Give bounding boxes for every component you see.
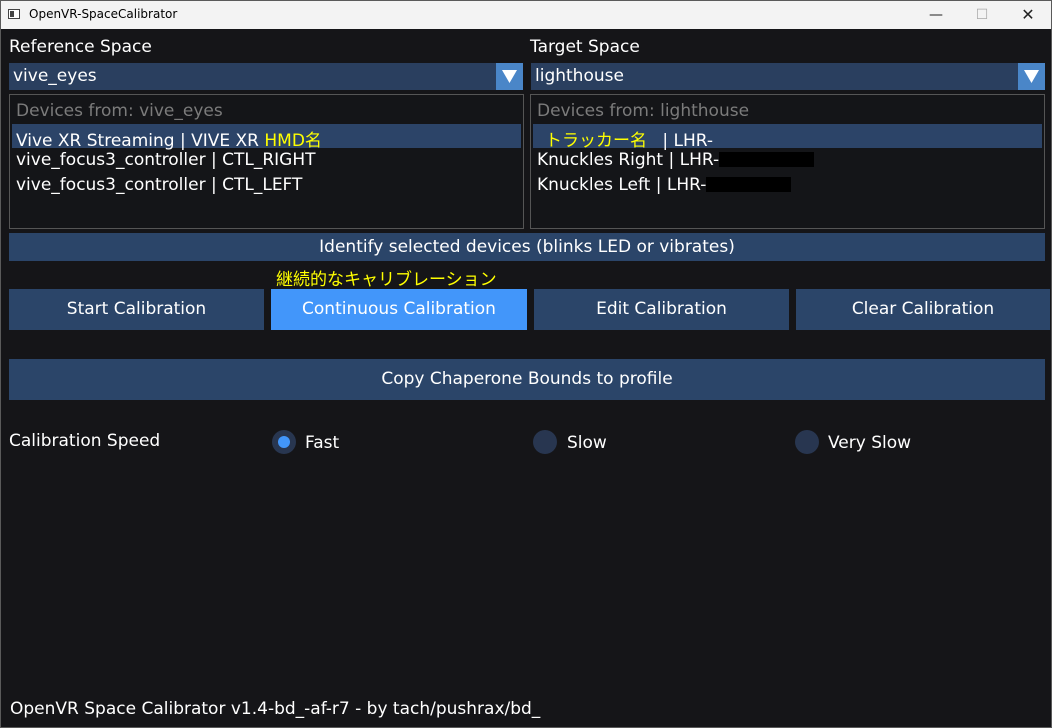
maximize-button[interactable]: ☐ bbox=[959, 1, 1005, 29]
reference-space-label: Reference Space bbox=[9, 37, 152, 57]
reference-device-item[interactable]: vive_focus3_controller | CTL_LEFT bbox=[12, 173, 521, 197]
window-title: OpenVR-SpaceCalibrator bbox=[29, 7, 178, 21]
speed-fast-label[interactable]: Fast bbox=[305, 433, 339, 453]
target-space-label: Target Space bbox=[530, 37, 640, 57]
identify-devices-button[interactable]: Identify selected devices (blinks LED or… bbox=[9, 233, 1045, 261]
speed-slow-label[interactable]: Slow bbox=[567, 433, 607, 453]
calibration-speed-label: Calibration Speed bbox=[9, 431, 161, 451]
title-bar: OpenVR-SpaceCalibrator — ☐ ✕ bbox=[1, 1, 1051, 29]
dropdown-arrow-icon[interactable] bbox=[1018, 63, 1045, 90]
edit-calibration-button[interactable]: Edit Calibration bbox=[534, 289, 789, 330]
target-device-item[interactable]: トラッカー名 | LHR- bbox=[533, 124, 1042, 151]
continuous-calibration-button[interactable]: Continuous Calibration bbox=[271, 289, 527, 330]
redacted-serial bbox=[706, 177, 792, 192]
target-space-dropdown[interactable]: lighthouse bbox=[531, 63, 1045, 90]
speed-very-slow-radio[interactable] bbox=[795, 430, 819, 454]
reference-list-header: Devices from: vive_eyes bbox=[16, 101, 223, 121]
reference-space-dropdown[interactable]: vive_eyes bbox=[9, 63, 523, 90]
version-footer: OpenVR Space Calibrator v1.4-bd_-af-r7 -… bbox=[10, 699, 541, 719]
continuous-calibration-annotation: 継続的なキャリブレーション bbox=[276, 270, 497, 290]
redacted-serial bbox=[719, 152, 815, 167]
app-icon bbox=[8, 9, 20, 19]
device-name: Knuckles Right | LHR- bbox=[537, 150, 720, 170]
device-name: vive_focus3_controller | CTL_LEFT bbox=[16, 175, 303, 195]
reference-device-list[interactable]: Devices from: vive_eyes Vive XR Streamin… bbox=[9, 94, 524, 229]
speed-very-slow-label[interactable]: Very Slow bbox=[828, 433, 911, 453]
target-device-list[interactable]: Devices from: lighthouse トラッカー名 | LHR- K… bbox=[530, 94, 1045, 229]
dropdown-arrow-icon[interactable] bbox=[496, 63, 523, 90]
target-space-value: lighthouse bbox=[535, 66, 624, 86]
speed-fast-radio[interactable] bbox=[272, 430, 296, 454]
device-name: Knuckles Left | LHR- bbox=[537, 175, 707, 195]
device-name: vive_focus3_controller | CTL_RIGHT bbox=[16, 150, 316, 170]
minimize-button[interactable]: — bbox=[913, 1, 959, 29]
copy-chaperone-button[interactable]: Copy Chaperone Bounds to profile bbox=[9, 359, 1045, 400]
clear-calibration-button[interactable]: Clear Calibration bbox=[796, 289, 1050, 330]
target-device-item[interactable]: Knuckles Right | LHR- bbox=[533, 148, 1042, 172]
target-device-item[interactable]: Knuckles Left | LHR- bbox=[533, 173, 1042, 197]
speed-slow-radio[interactable] bbox=[533, 430, 557, 454]
reference-device-item[interactable]: vive_focus3_controller | CTL_RIGHT bbox=[12, 148, 521, 172]
reference-space-value: vive_eyes bbox=[13, 66, 97, 86]
app-window: OpenVR-SpaceCalibrator — ☐ ✕ Reference S… bbox=[0, 0, 1052, 728]
close-button[interactable]: ✕ bbox=[1005, 1, 1051, 29]
reference-device-item[interactable]: Vive XR Streaming | VIVE XR HMD名 bbox=[12, 124, 521, 151]
start-calibration-button[interactable]: Start Calibration bbox=[9, 289, 264, 330]
target-list-header: Devices from: lighthouse bbox=[537, 101, 750, 121]
